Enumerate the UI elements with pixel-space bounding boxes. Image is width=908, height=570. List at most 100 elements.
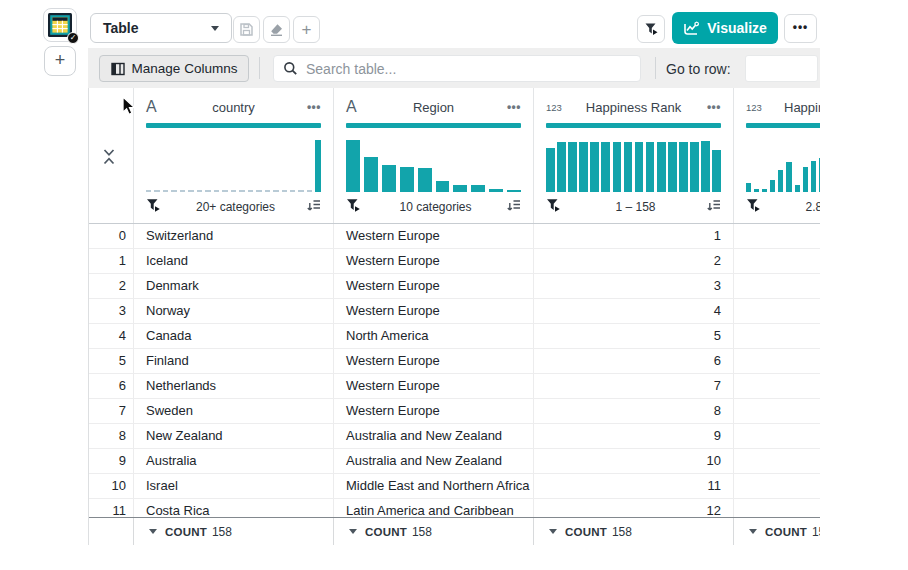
collapse-headers-icon[interactable] [102,147,116,165]
footer-aggregate-region[interactable]: COUNT158 [334,518,534,545]
column-sort-icon[interactable] [306,198,321,212]
search-input[interactable]: Search table... [273,55,641,82]
row-index[interactable]: 9 [89,449,134,473]
row-index[interactable]: 1 [89,249,134,273]
column-menu-button[interactable]: ••• [695,100,721,114]
undo-edits-button[interactable] [263,16,290,43]
row-index[interactable]: 3 [89,299,134,323]
data-cell[interactable]: 2 [534,249,734,273]
data-cell[interactable]: 12 [534,499,734,517]
data-cell[interactable]: Western Europe [334,249,534,273]
table-body: 0SwitzerlandWestern Europe11IcelandWeste… [89,224,820,517]
data-cell[interactable]: Middle East and Northern Africa [334,474,534,498]
row-index[interactable]: 11 [89,499,134,517]
data-cell[interactable]: Australia and New Zealand [334,424,534,448]
data-cell[interactable] [734,374,820,398]
manage-columns-button[interactable]: Manage Columns [99,55,249,82]
more-options-button[interactable]: ••• [784,14,817,43]
data-cell[interactable] [734,399,820,423]
data-cell[interactable]: 5 [534,324,734,348]
row-index[interactable]: 5 [89,349,134,373]
data-cell[interactable] [734,349,820,373]
data-cell[interactable]: Netherlands [134,374,334,398]
save-button[interactable] [233,16,260,43]
data-cell[interactable]: Denmark [134,274,334,298]
add-table-button[interactable]: + [44,46,76,76]
data-cell[interactable]: North America [334,324,534,348]
data-cell[interactable]: Western Europe [334,399,534,423]
data-cell[interactable]: 8 [534,399,734,423]
add-view-button[interactable]: + [293,16,320,43]
hist-bar [453,185,467,192]
data-cell[interactable]: 1 [534,224,734,248]
data-cell[interactable]: Australia [134,449,334,473]
column-summary: 2.8 – 7.587 [768,200,820,214]
data-cell[interactable]: 3 [534,274,734,298]
data-cell[interactable]: New Zealand [134,424,334,448]
column-header-happiness-rank[interactable]: 123Happiness Rank•••1 – 158 [534,88,734,223]
data-cell[interactable]: Norway [134,299,334,323]
footer-aggregate-happiness-score[interactable]: COUNT158 [734,518,820,545]
data-cell[interactable]: Australia and New Zealand [334,449,534,473]
column-filter-icon[interactable] [346,198,361,213]
row-index[interactable]: 6 [89,374,134,398]
data-cell[interactable] [734,324,820,348]
data-cell[interactable]: 11 [534,474,734,498]
data-cell[interactable] [734,299,820,323]
data-cell[interactable] [734,449,820,473]
data-cell[interactable] [734,274,820,298]
data-cell[interactable]: Western Europe [334,274,534,298]
data-cell[interactable]: Sweden [134,399,334,423]
column-filter-icon[interactable] [746,198,761,213]
column-header-country[interactable]: Acountry•••20+ categories [134,88,334,223]
goto-row-input[interactable] [745,55,818,82]
column-type-icon: A [346,98,372,116]
data-cell[interactable]: Western Europe [334,349,534,373]
column-summary: 1 – 158 [568,200,703,214]
data-cell[interactable]: Latin America and Caribbean [334,499,534,517]
data-cell[interactable]: Western Europe [334,374,534,398]
data-cell[interactable]: Switzerland [134,224,334,248]
footer-aggregate-country[interactable]: COUNT158 [134,518,334,545]
column-menu-button[interactable]: ••• [295,100,321,114]
data-cell[interactable]: Western Europe [334,299,534,323]
column-filter-icon[interactable] [146,198,161,213]
data-cell[interactable]: 6 [534,349,734,373]
data-cell[interactable] [734,474,820,498]
data-cell[interactable]: Iceland [134,249,334,273]
aggregate-value: 158 [412,525,432,539]
row-index[interactable]: 8 [89,424,134,448]
row-index[interactable]: 7 [89,399,134,423]
data-cell[interactable]: Western Europe [334,224,534,248]
column-sort-icon[interactable] [506,198,521,212]
data-cell[interactable] [734,249,820,273]
column-header-happiness-score[interactable]: 123Happiness Score•••2.8 – 7.587 [734,88,820,223]
column-filter-icon[interactable] [546,198,561,213]
data-cell[interactable] [734,499,820,517]
row-index[interactable]: 4 [89,324,134,348]
view-type-select[interactable]: Table [90,13,232,43]
data-cell[interactable]: 10 [534,449,734,473]
workspace-table-icon[interactable]: ✓ [43,8,77,42]
footer-aggregate-happiness-rank[interactable]: COUNT158 [534,518,734,545]
data-cell[interactable]: Canada [134,324,334,348]
column-sort-icon[interactable] [706,198,721,212]
column-header-region[interactable]: ARegion•••10 categories [334,88,534,223]
column-menu-button[interactable]: ••• [495,100,521,114]
global-filter-button[interactable] [637,15,665,43]
column-histogram [346,140,521,192]
row-index[interactable]: 0 [89,224,134,248]
data-cell[interactable]: 9 [534,424,734,448]
row-index[interactable]: 2 [89,274,134,298]
data-cell[interactable] [734,224,820,248]
data-cell[interactable] [734,424,820,448]
hist-bar [214,190,219,192]
funnel-play-icon [644,22,659,37]
data-cell[interactable]: 7 [534,374,734,398]
visualize-button[interactable]: Visualize [672,12,778,44]
data-cell[interactable]: Israel [134,474,334,498]
data-cell[interactable]: Costa Rica [134,499,334,517]
data-cell[interactable]: Finland [134,349,334,373]
row-index[interactable]: 10 [89,474,134,498]
data-cell[interactable]: 4 [534,299,734,323]
